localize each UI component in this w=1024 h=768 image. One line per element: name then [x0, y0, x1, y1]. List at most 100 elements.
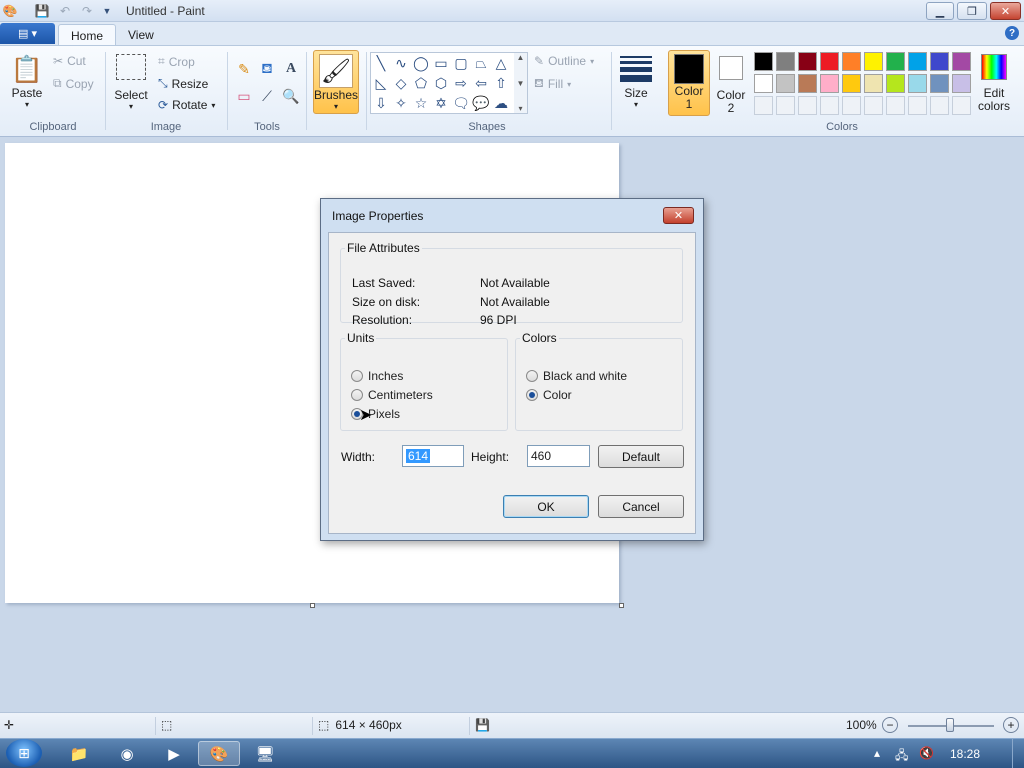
custom-color-slot[interactable] — [952, 96, 971, 115]
scroll-up-icon[interactable]: ▲ — [517, 53, 525, 62]
custom-color-slot[interactable] — [908, 96, 927, 115]
size-button[interactable]: Size ▾ — [617, 52, 655, 109]
palette-swatch[interactable] — [864, 52, 883, 71]
palette-swatch[interactable] — [952, 52, 971, 71]
oval-shape-icon[interactable]: ◯ — [411, 53, 431, 73]
custom-color-slot[interactable] — [754, 96, 773, 115]
custom-color-slot[interactable] — [820, 96, 839, 115]
save-icon[interactable]: 💾 — [34, 3, 50, 19]
width-input[interactable]: 614 — [402, 445, 464, 467]
palette-swatch[interactable] — [930, 74, 949, 93]
paint-taskbar-button[interactable]: 🎨 — [198, 741, 240, 766]
rectangle-shape-icon[interactable]: ▭ — [431, 53, 451, 73]
color1-button[interactable]: Color 1 — [668, 50, 710, 116]
zoom-out-button[interactable]: − — [882, 717, 898, 733]
cancel-button[interactable]: Cancel — [598, 495, 684, 518]
inches-radio[interactable] — [351, 370, 363, 382]
edit-colors-button[interactable]: Edit colors — [976, 54, 1012, 112]
customize-toolbar-icon[interactable]: ▼ — [99, 3, 115, 19]
oval-callout-shape-icon[interactable]: 💬 — [471, 93, 491, 113]
outline-button[interactable]: ✎ Outline ▾ — [534, 54, 594, 68]
custom-color-slot[interactable] — [930, 96, 949, 115]
select-button[interactable]: Select ▾ — [113, 54, 149, 111]
palette-swatch[interactable] — [930, 52, 949, 71]
palette-swatch[interactable] — [776, 74, 795, 93]
right-triangle-shape-icon[interactable]: ◺ — [371, 73, 391, 93]
custom-color-slot[interactable] — [842, 96, 861, 115]
fill-button[interactable]: ⛾ Fill ▾ — [534, 76, 571, 92]
ok-button[interactable]: OK — [503, 495, 589, 518]
brushes-button[interactable]: 🖌 Brushes ▾ — [313, 50, 359, 114]
four-point-star-shape-icon[interactable]: ✧ — [391, 93, 411, 113]
text-tool-icon[interactable]: A — [280, 59, 302, 79]
start-button[interactable]: ⊞ — [6, 739, 42, 767]
chrome-taskbar-button[interactable]: ◉ — [106, 741, 148, 766]
paint-menu-button[interactable]: ▤ ▾ — [0, 23, 55, 44]
palette-swatch[interactable] — [952, 74, 971, 93]
black-and-white-option[interactable]: Black and white — [526, 369, 627, 383]
down-arrow-shape-icon[interactable]: ⇩ — [371, 93, 391, 113]
show-hidden-icons-icon[interactable]: ▴ — [874, 746, 880, 760]
diamond-shape-icon[interactable]: ◇ — [391, 73, 411, 93]
palette-swatch[interactable] — [842, 52, 861, 71]
triangle-shape-icon[interactable]: △ — [491, 53, 511, 73]
cloud-callout-shape-icon[interactable]: ☁ — [491, 93, 511, 113]
palette-swatch[interactable] — [908, 52, 927, 71]
palette-swatch[interactable] — [776, 52, 795, 71]
rounded-rectangle-shape-icon[interactable]: ▢ — [451, 53, 471, 73]
shapes-scrollbar[interactable]: ▲ ▼ ▾ — [514, 53, 527, 113]
palette-swatch[interactable] — [754, 52, 773, 71]
curve-shape-icon[interactable]: ∿ — [391, 53, 411, 73]
palette-swatch[interactable] — [908, 74, 927, 93]
right-arrow-shape-icon[interactable]: ⇨ — [451, 73, 471, 93]
paste-button[interactable]: 📋 Paste ▾ — [8, 52, 46, 110]
six-point-star-shape-icon[interactable]: ✡ — [431, 93, 451, 113]
media-player-taskbar-button[interactable]: ▶ — [153, 741, 195, 766]
expand-gallery-icon[interactable]: ▾ — [518, 104, 522, 113]
palette-swatch[interactable] — [754, 74, 773, 93]
pencil-icon[interactable]: ✎ — [233, 59, 255, 79]
hexagon-shape-icon[interactable]: ⬡ — [431, 73, 451, 93]
zoom-in-button[interactable]: + — [1003, 717, 1019, 733]
centimeters-radio[interactable] — [351, 389, 363, 401]
network-icon[interactable]: 🖧 — [895, 746, 908, 767]
canvas-resize-handle-corner[interactable] — [619, 603, 624, 608]
units-centimeters-option[interactable]: Centimeters — [351, 388, 433, 402]
redo-icon[interactable]: ↷ — [79, 3, 95, 19]
black-and-white-radio[interactable] — [526, 370, 538, 382]
paint-app-icon[interactable]: 🎨 — [2, 3, 18, 19]
scroll-down-icon[interactable]: ▼ — [517, 79, 525, 88]
height-input[interactable]: 460 — [527, 445, 590, 467]
file-explorer-taskbar-button[interactable]: 📁 — [58, 741, 100, 766]
crop-button[interactable]: ⌗ Crop — [158, 54, 195, 69]
remote-desktop-taskbar-button[interactable]: 🖥 — [244, 741, 286, 766]
volume-muted-icon[interactable]: 🔇 — [919, 746, 934, 760]
palette-swatch[interactable] — [864, 74, 883, 93]
custom-color-slot[interactable] — [886, 96, 905, 115]
palette-swatch[interactable] — [798, 52, 817, 71]
pentagon-shape-icon[interactable]: ⬠ — [411, 73, 431, 93]
color2-button[interactable]: Color 2 — [714, 54, 748, 114]
polygon-shape-icon[interactable]: ⏢ — [471, 53, 491, 73]
dialog-close-button[interactable]: ✕ — [663, 207, 694, 224]
custom-color-slot[interactable] — [798, 96, 817, 115]
palette-swatch[interactable] — [820, 52, 839, 71]
units-inches-option[interactable]: Inches — [351, 369, 403, 383]
tab-home[interactable]: Home — [58, 24, 117, 46]
color-option[interactable]: Color — [526, 388, 572, 402]
color-picker-icon[interactable]: ⟋ — [256, 86, 278, 106]
palette-swatch[interactable] — [820, 74, 839, 93]
minimize-button[interactable]: ▁ — [926, 2, 954, 20]
canvas-resize-handle-bottom[interactable] — [310, 603, 315, 608]
tab-view[interactable]: View — [116, 24, 166, 46]
cut-button[interactable]: ✂ Cut — [53, 54, 86, 68]
copy-button[interactable]: ⧉ Copy — [53, 76, 94, 91]
fill-bucket-icon[interactable]: ⛾ — [256, 59, 278, 79]
custom-color-slot[interactable] — [776, 96, 795, 115]
rotate-button[interactable]: ⟳ Rotate ▾ — [158, 98, 215, 112]
undo-icon[interactable]: ↶ — [57, 3, 73, 19]
up-arrow-shape-icon[interactable]: ⇧ — [491, 73, 511, 93]
palette-swatch[interactable] — [886, 74, 905, 93]
close-window-button[interactable]: ✕ — [990, 2, 1021, 20]
palette-swatch[interactable] — [842, 74, 861, 93]
